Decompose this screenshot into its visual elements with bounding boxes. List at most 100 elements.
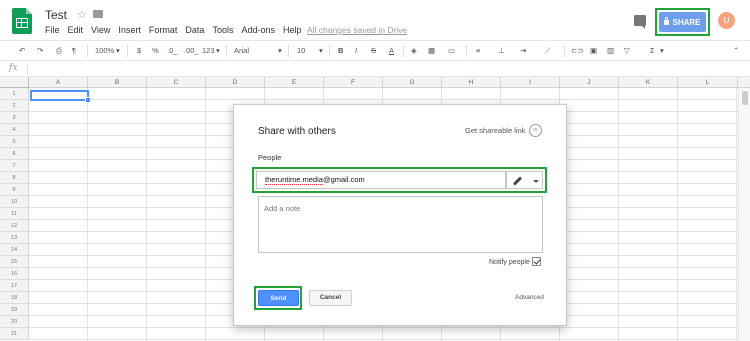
menu-tools[interactable]: Tools [212,25,233,35]
text-wrapping-icon[interactable]: ⇥ [520,46,526,56]
column-header-h[interactable]: H [442,77,501,88]
permission-dropdown[interactable] [506,171,543,189]
bold-button[interactable]: B [338,46,343,56]
undo-icon[interactable]: ↶ [19,46,25,56]
number-format-select[interactable]: 123 [202,46,215,56]
comments-icon[interactable] [634,15,646,29]
horizontal-align-icon[interactable]: ≡ [476,46,480,56]
insert-link-icon[interactable]: ⊂⊃ [571,46,584,56]
save-status[interactable]: All changes saved in Drive [307,25,407,35]
row-header[interactable]: 8 [0,172,29,184]
row-header[interactable]: 7 [0,160,29,172]
cancel-button[interactable]: Cancel [309,290,352,306]
scrollbar-thumb[interactable] [742,91,748,105]
menu-file[interactable]: File [45,25,60,35]
font-select[interactable]: Arial [234,46,249,56]
filter-icon[interactable]: ▽ [624,46,630,56]
star-icon[interactable]: ☆ [77,8,87,21]
zoom-dropdown-icon[interactable]: ▾ [116,46,120,56]
row-header[interactable]: 19 [0,304,29,316]
column-header-l[interactable]: L [678,77,738,88]
document-title[interactable]: Test [45,8,67,22]
toolbar-divider [87,45,88,57]
redo-icon[interactable]: ↷ [37,46,43,56]
number-format-dropdown-icon[interactable]: ▾ [216,46,220,56]
menu-help[interactable]: Help [283,25,302,35]
menu-edit[interactable]: Edit [68,25,84,35]
advanced-link[interactable]: Advanced [515,294,544,301]
menu-insert[interactable]: Insert [118,25,141,35]
paint-format-icon[interactable]: ¶ [72,46,76,56]
menu-view[interactable]: View [91,25,110,35]
collapse-toolbar-icon[interactable]: ⌃ [733,46,739,56]
fill-color-icon[interactable]: ◈ [411,46,417,56]
people-email-input[interactable]: theruntime.media@gmail.com [256,171,506,189]
row-header[interactable]: 13 [0,232,29,244]
active-cell-a1[interactable] [30,90,91,103]
row-header[interactable]: 4 [0,124,29,136]
row-header[interactable]: 20 [0,316,29,328]
folder-icon[interactable] [93,10,103,18]
text-rotation-icon[interactable]: ⟋ [545,46,550,56]
row-header[interactable]: 17 [0,280,29,292]
menu-format[interactable]: Format [149,25,178,35]
column-header-g[interactable]: G [383,77,442,88]
formula-bar[interactable]: fx [0,61,750,77]
column-header-k[interactable]: K [619,77,678,88]
font-size-select[interactable]: 10 [297,46,305,56]
column-header-b[interactable]: B [88,77,147,88]
link-icon[interactable]: ∞ [529,124,542,137]
share-button[interactable]: SHARE [659,12,706,32]
decrease-decimal-button[interactable]: .0_ [167,46,177,56]
row-header[interactable]: 10 [0,196,29,208]
column-header-e[interactable]: E [265,77,324,88]
row-header[interactable]: 16 [0,268,29,280]
currency-format-button[interactable]: $ [137,46,141,56]
row-header[interactable]: 5 [0,136,29,148]
notify-people-checkbox[interactable] [532,257,541,266]
font-dropdown-icon[interactable]: ▾ [278,46,282,56]
select-all-corner[interactable] [0,77,29,88]
row-header[interactable]: 12 [0,220,29,232]
send-button[interactable]: Send [258,290,299,306]
vertical-align-icon[interactable]: ⊥ [498,46,505,56]
row-header[interactable]: 18 [0,292,29,304]
percent-format-button[interactable]: % [152,46,159,56]
text-color-button[interactable]: A [389,46,394,56]
insert-chart-icon[interactable]: ▥ [607,46,614,56]
get-shareable-link[interactable]: Get shareable link [465,126,525,135]
sheets-logo-icon[interactable] [12,8,32,34]
row-header[interactable]: 9 [0,184,29,196]
row-header[interactable]: 1 [0,88,29,100]
row-header[interactable]: 3 [0,112,29,124]
insert-comment-icon[interactable]: ▣ [590,46,597,56]
row-header[interactable]: 15 [0,256,29,268]
functions-button[interactable]: Σ [650,46,655,56]
row-header[interactable]: 14 [0,244,29,256]
italic-button[interactable]: I [355,46,357,56]
row-header[interactable]: 11 [0,208,29,220]
increase-decimal-button[interactable]: .00_ [184,46,199,56]
share-dialog: Share with others Get shareable link ∞ P… [233,104,567,326]
column-header-f[interactable]: F [324,77,383,88]
font-size-dropdown-icon[interactable]: ▾ [319,46,323,56]
merge-cells-icon[interactable]: ▭ [448,46,455,56]
menu-data[interactable]: Data [185,25,204,35]
functions-dropdown-icon[interactable]: ▾ [660,46,664,56]
strikethrough-button[interactable]: S [371,46,376,56]
column-header-c[interactable]: C [147,77,206,88]
column-header-j[interactable]: J [560,77,619,88]
menu-addons[interactable]: Add-ons [241,25,275,35]
column-header-a[interactable]: A [29,77,88,88]
print-icon[interactable]: ⎙ [56,46,62,56]
vertical-scrollbar[interactable] [738,88,750,341]
avatar[interactable]: U [718,12,735,29]
zoom-select[interactable]: 100% [95,46,114,56]
row-header[interactable]: 21 [0,328,29,340]
row-header[interactable]: 6 [0,148,29,160]
row-header[interactable]: 2 [0,100,29,112]
column-header-i[interactable]: I [501,77,560,88]
add-note-textarea[interactable]: Add a note [258,196,543,253]
column-header-d[interactable]: D [206,77,265,88]
borders-icon[interactable]: ▦ [428,46,435,56]
